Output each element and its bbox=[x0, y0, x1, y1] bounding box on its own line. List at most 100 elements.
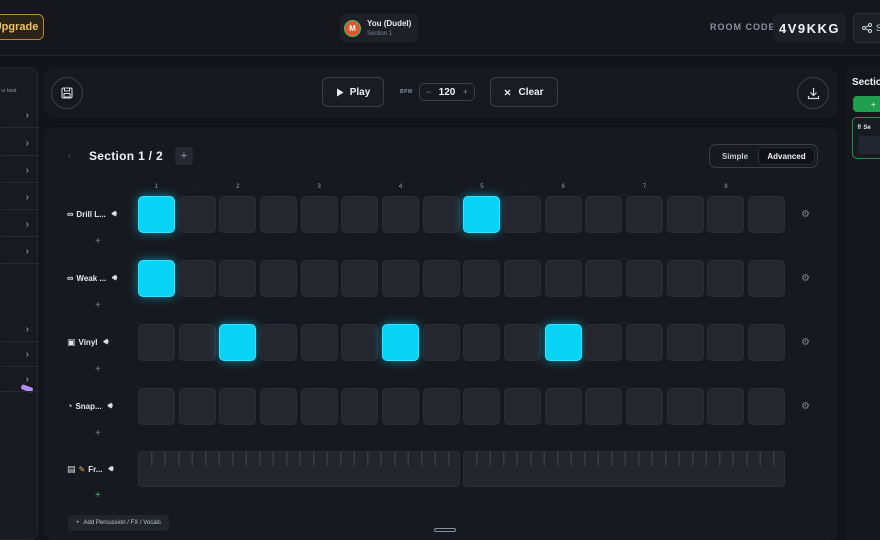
piano-roll-segment[interactable] bbox=[463, 451, 785, 487]
step-cell-active[interactable] bbox=[138, 260, 175, 297]
step-cell[interactable] bbox=[463, 324, 501, 361]
step-cell[interactable] bbox=[707, 260, 745, 297]
step-cell-active[interactable] bbox=[138, 196, 175, 233]
gear-icon[interactable]: ⚙ bbox=[801, 273, 810, 284]
step-cell[interactable] bbox=[504, 388, 542, 425]
step-cell[interactable] bbox=[341, 388, 379, 425]
track-label[interactable]: ∞ Weak ... 🔊︎ bbox=[67, 271, 117, 285]
step-cell[interactable] bbox=[422, 388, 460, 425]
step-cell[interactable] bbox=[585, 388, 623, 425]
step-cell[interactable] bbox=[300, 324, 338, 361]
download-button[interactable] bbox=[797, 77, 829, 109]
play-button[interactable]: Play bbox=[322, 77, 384, 107]
add-variation-button[interactable]: + bbox=[95, 300, 101, 311]
step-cell[interactable] bbox=[382, 196, 420, 233]
add-track-button[interactable]: + Add Percussion / FX / Vocals bbox=[68, 515, 169, 531]
step-cell[interactable] bbox=[748, 324, 786, 361]
bpm-increment[interactable]: + bbox=[463, 87, 468, 97]
piano-roll-segment[interactable] bbox=[138, 451, 460, 487]
step-cell[interactable] bbox=[585, 260, 623, 297]
step-cell[interactable] bbox=[626, 196, 664, 233]
section-card[interactable]: ⠿ Se bbox=[852, 117, 880, 159]
step-cell[interactable] bbox=[504, 324, 542, 361]
step-cell-active[interactable] bbox=[382, 324, 420, 361]
step-cell[interactable] bbox=[585, 324, 623, 361]
step-cell-active[interactable] bbox=[544, 324, 582, 361]
step-cell[interactable] bbox=[138, 388, 175, 425]
resize-handle[interactable] bbox=[434, 528, 456, 532]
step-cell[interactable] bbox=[382, 260, 420, 297]
step-cell[interactable] bbox=[626, 260, 664, 297]
upgrade-button[interactable]: Upgrade bbox=[0, 14, 44, 40]
step-cell[interactable] bbox=[178, 388, 216, 425]
bpm-decrement[interactable]: − bbox=[426, 87, 431, 97]
volume-icon[interactable]: 🔊︎ bbox=[112, 273, 117, 283]
step-cell[interactable] bbox=[260, 260, 297, 297]
step-cell[interactable] bbox=[260, 324, 297, 361]
mode-advanced-tab[interactable]: Advanced bbox=[758, 147, 815, 165]
step-cell[interactable] bbox=[219, 196, 257, 233]
sidebar-item[interactable]: › bbox=[1, 159, 39, 183]
step-cell[interactable] bbox=[666, 388, 704, 425]
step-cell[interactable] bbox=[544, 196, 582, 233]
add-section-button-right[interactable]: + bbox=[853, 96, 880, 112]
step-cell[interactable] bbox=[422, 324, 460, 361]
prev-section-button[interactable]: ‹ bbox=[68, 151, 71, 161]
step-cell[interactable] bbox=[178, 196, 216, 233]
step-cell[interactable] bbox=[463, 260, 501, 297]
gear-icon[interactable]: ⚙ bbox=[801, 401, 810, 412]
step-cell[interactable] bbox=[382, 388, 420, 425]
bpm-value[interactable]: 120 bbox=[439, 87, 456, 98]
add-variation-button[interactable]: + bbox=[95, 236, 101, 247]
step-cell[interactable] bbox=[300, 388, 338, 425]
track-label[interactable]: ▣ Vinyl 🔊︎ bbox=[67, 335, 109, 349]
step-cell[interactable] bbox=[666, 324, 704, 361]
step-cell[interactable] bbox=[422, 196, 460, 233]
step-cell[interactable] bbox=[219, 260, 257, 297]
sidebar-item[interactable]: › bbox=[1, 240, 39, 264]
mode-toggle[interactable]: Simple Advanced bbox=[709, 144, 818, 168]
volume-icon[interactable]: 🔊︎ bbox=[104, 337, 109, 347]
track-label[interactable]: ◔ Snap... 🔊︎ bbox=[67, 399, 113, 413]
track-label[interactable]: ▤ ✎ Fr... 🔊︎ bbox=[67, 462, 114, 476]
sidebar-item[interactable]: › bbox=[1, 104, 39, 128]
step-cell[interactable] bbox=[341, 196, 379, 233]
volume-icon[interactable]: 🔊︎ bbox=[112, 209, 117, 219]
add-variation-button[interactable]: + bbox=[95, 428, 101, 439]
room-code[interactable]: 4V9KKG bbox=[773, 13, 846, 43]
step-cell-active[interactable] bbox=[463, 196, 501, 233]
step-cell[interactable] bbox=[707, 324, 745, 361]
mode-simple-tab[interactable]: Simple bbox=[712, 147, 758, 165]
sidebar-item[interactable]: › bbox=[1, 343, 39, 367]
step-cell[interactable] bbox=[666, 260, 704, 297]
step-cell[interactable] bbox=[585, 196, 623, 233]
gear-icon[interactable]: ⚙ bbox=[801, 209, 810, 220]
add-variation-button[interactable]: + bbox=[95, 490, 101, 501]
step-cell[interactable] bbox=[544, 388, 582, 425]
step-cell[interactable] bbox=[626, 388, 664, 425]
sidebar-item[interactable]: › bbox=[1, 186, 39, 210]
step-cell[interactable] bbox=[748, 260, 786, 297]
step-cell[interactable] bbox=[138, 324, 175, 361]
step-cell-active[interactable] bbox=[219, 324, 257, 361]
step-cell[interactable] bbox=[504, 260, 542, 297]
sidebar-item[interactable]: › bbox=[1, 368, 39, 392]
step-cell[interactable] bbox=[748, 388, 786, 425]
sidebar-item[interactable]: › bbox=[1, 132, 39, 156]
step-cell[interactable] bbox=[341, 324, 379, 361]
step-cell[interactable] bbox=[178, 260, 216, 297]
sidebar-item[interactable]: › bbox=[1, 213, 39, 237]
step-cell[interactable] bbox=[748, 196, 786, 233]
share-button[interactable]: S bbox=[853, 13, 880, 43]
add-variation-button[interactable]: + bbox=[95, 364, 101, 375]
step-cell[interactable] bbox=[341, 260, 379, 297]
step-cell[interactable] bbox=[300, 260, 338, 297]
track-label[interactable]: ∞ Drill L... 🔊︎ bbox=[67, 207, 117, 221]
step-cell[interactable] bbox=[707, 196, 745, 233]
add-section-button[interactable]: + bbox=[175, 147, 193, 165]
sidebar-item[interactable]: › bbox=[1, 318, 39, 342]
step-cell[interactable] bbox=[666, 196, 704, 233]
gear-icon[interactable]: ⚙ bbox=[801, 337, 810, 348]
step-cell[interactable] bbox=[626, 324, 664, 361]
volume-icon[interactable]: 🔊︎ bbox=[108, 464, 113, 474]
